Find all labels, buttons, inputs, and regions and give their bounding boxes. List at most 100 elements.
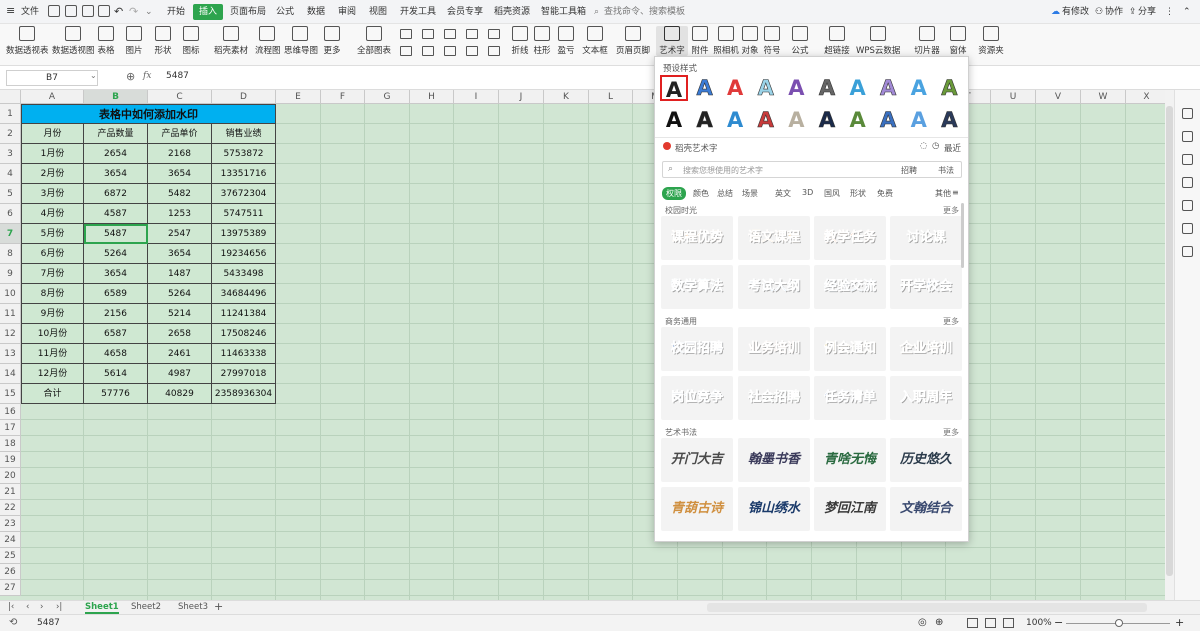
preset-style-1-4[interactable]: A — [782, 107, 810, 133]
page-layout-view-icon[interactable] — [985, 618, 996, 628]
wordart-tile[interactable]: 社会招聘 — [738, 376, 810, 420]
table-header-cell[interactable]: 销售业绩 — [212, 124, 276, 144]
category-7[interactable]: 形状 — [850, 188, 866, 199]
wordart-tile[interactable]: 讨论课 — [890, 216, 962, 260]
column-header-G[interactable]: G — [365, 90, 410, 104]
wordart-tile[interactable]: 青啥无悔 — [814, 438, 886, 482]
zoom-in-icon[interactable]: + — [1175, 616, 1184, 629]
table-cell[interactable]: 2461 — [148, 344, 212, 364]
tab-insert[interactable]: 插入 — [193, 4, 224, 20]
ribbon-button-22[interactable]: 超链接 — [822, 26, 852, 56]
wordart-tile[interactable]: 开门大吉 — [661, 438, 733, 482]
ribbon-button-17[interactable]: 附件 — [690, 26, 710, 56]
column-header-U[interactable]: U — [991, 90, 1036, 104]
settings-icon[interactable] — [1182, 131, 1193, 142]
collapse-icon[interactable]: ⌃ — [1183, 5, 1191, 19]
preset-style-1-6[interactable]: A — [844, 107, 872, 133]
table-cell[interactable]: 27997018 — [212, 364, 276, 384]
table-cell[interactable]: 12月份 — [21, 364, 84, 384]
tab-smart-tools[interactable]: 智能工具箱 — [541, 5, 586, 19]
table-cell[interactable]: 5753872 — [212, 144, 276, 164]
section-more-2[interactable]: 更多 — [943, 427, 959, 438]
wordart-tile[interactable]: 业务培训 — [738, 327, 810, 371]
column-header-W[interactable]: W — [1081, 90, 1126, 104]
redo-icon[interactable]: ↷ — [129, 5, 138, 19]
ribbon-button-15[interactable]: 页眉页脚 — [616, 26, 650, 56]
tab-page-layout[interactable]: 页面布局 — [230, 5, 266, 19]
pie-icon[interactable] — [444, 29, 456, 39]
tab-home[interactable]: 开始 — [167, 5, 185, 19]
preset-style-1-2[interactable]: A — [721, 107, 749, 133]
preset-style-0-9[interactable]: A — [935, 75, 963, 101]
preset-style-1-3[interactable]: A — [752, 107, 780, 133]
ribbon-button-8[interactable]: 思维导图 — [284, 26, 318, 56]
row-header-22[interactable]: 22 — [0, 500, 21, 516]
command-search[interactable]: 查找命令、搜索模板 — [604, 5, 685, 19]
chat-icon[interactable]: ◌ — [920, 141, 927, 151]
table-cell[interactable]: 6589 — [84, 284, 148, 304]
table-cell[interactable]: 11月份 — [21, 344, 84, 364]
row-header-1[interactable]: 1 — [0, 104, 21, 124]
category-2[interactable]: 总结 — [717, 188, 733, 199]
shape-icon[interactable] — [1182, 177, 1193, 188]
row-header-26[interactable]: 26 — [0, 564, 21, 580]
ribbon-button-5[interactable]: 图标 — [179, 26, 203, 56]
row-header-3[interactable]: 3 — [0, 144, 21, 164]
column-header-E[interactable]: E — [276, 90, 321, 104]
column-header-H[interactable]: H — [410, 90, 454, 104]
table-cell[interactable]: 13351716 — [212, 164, 276, 184]
category-1[interactable]: 颜色 — [693, 188, 709, 199]
last-sheet-icon[interactable]: ›| — [56, 602, 62, 612]
table-cell[interactable]: 13975389 — [212, 224, 276, 244]
preset-style-0-5[interactable]: A — [813, 75, 841, 101]
category-3[interactable]: 场景 — [742, 188, 758, 199]
category-4[interactable]: 英文 — [775, 188, 791, 199]
wordart-tile[interactable]: 入职周年 — [890, 376, 962, 420]
help-icon[interactable] — [1182, 246, 1193, 257]
share-button[interactable]: 分享 — [1138, 5, 1156, 19]
table-cell[interactable]: 2358936304 — [212, 384, 276, 404]
table-cell[interactable]: 4987 — [148, 364, 212, 384]
scatter-icon-2[interactable] — [466, 46, 478, 56]
ribbon-button-13[interactable]: 盈亏 — [556, 26, 576, 56]
wordart-tile[interactable]: 历史悠久 — [890, 438, 962, 482]
ribbon-button-6[interactable]: 稻壳素材 — [214, 26, 248, 56]
wordart-tile[interactable]: 数学算法 — [661, 265, 733, 309]
table-cell[interactable]: 3654 — [84, 264, 148, 284]
tab-formula[interactable]: 公式 — [276, 5, 294, 19]
ribbon-button-9[interactable]: 更多 — [322, 26, 342, 56]
table-cell[interactable]: 3月份 — [21, 184, 84, 204]
wordart-tile[interactable]: 校园招聘 — [661, 327, 733, 371]
menu-lines-icon[interactable]: ≡ — [952, 188, 959, 197]
category-5[interactable]: 3D — [802, 188, 813, 197]
column-header-I[interactable]: I — [454, 90, 499, 104]
table-title[interactable]: 表格中如何添加水印 — [21, 104, 276, 124]
section-more-0[interactable]: 更多 — [943, 205, 959, 216]
wordart-tile[interactable]: 青葫古诗 — [661, 487, 733, 531]
table-cell[interactable]: 9月份 — [21, 304, 84, 324]
recent-button[interactable]: 最近 — [944, 142, 961, 154]
tab-review[interactable]: 审阅 — [338, 5, 356, 19]
preset-style-0-2[interactable]: A — [721, 75, 749, 101]
row-header-15[interactable]: 15 — [0, 384, 21, 404]
ribbon-button-21[interactable]: 公式 — [789, 26, 811, 56]
wordart-tile[interactable]: 考试大纲 — [738, 265, 810, 309]
tab-developer[interactable]: 开发工具 — [400, 5, 436, 19]
popup-scrollbar[interactable] — [961, 203, 964, 268]
table-cell[interactable]: 10月份 — [21, 324, 84, 344]
table-cell[interactable]: 5614 — [84, 364, 148, 384]
table-cell[interactable]: 3654 — [148, 164, 212, 184]
normal-view-icon[interactable] — [967, 618, 978, 628]
save-icon[interactable] — [48, 5, 60, 17]
wordart-tile[interactable]: 梦回江南 — [814, 487, 886, 531]
ribbon-button-7[interactable]: 流程图 — [255, 26, 281, 56]
wordart-tile[interactable]: 翰墨书香 — [738, 438, 810, 482]
wordart-tile[interactable]: 开学校会 — [890, 265, 962, 309]
table-cell[interactable]: 57776 — [84, 384, 148, 404]
table-header-cell[interactable]: 月份 — [21, 124, 84, 144]
preset-style-1-9[interactable]: A — [935, 107, 963, 133]
wordart-search[interactable]: ⌕ 搜索您想使用的艺术字 招聘 书法 — [662, 161, 962, 178]
select-all-corner[interactable] — [0, 90, 21, 104]
category-0[interactable]: 权限 — [662, 187, 686, 200]
name-box[interactable]: B7 — [6, 70, 98, 86]
